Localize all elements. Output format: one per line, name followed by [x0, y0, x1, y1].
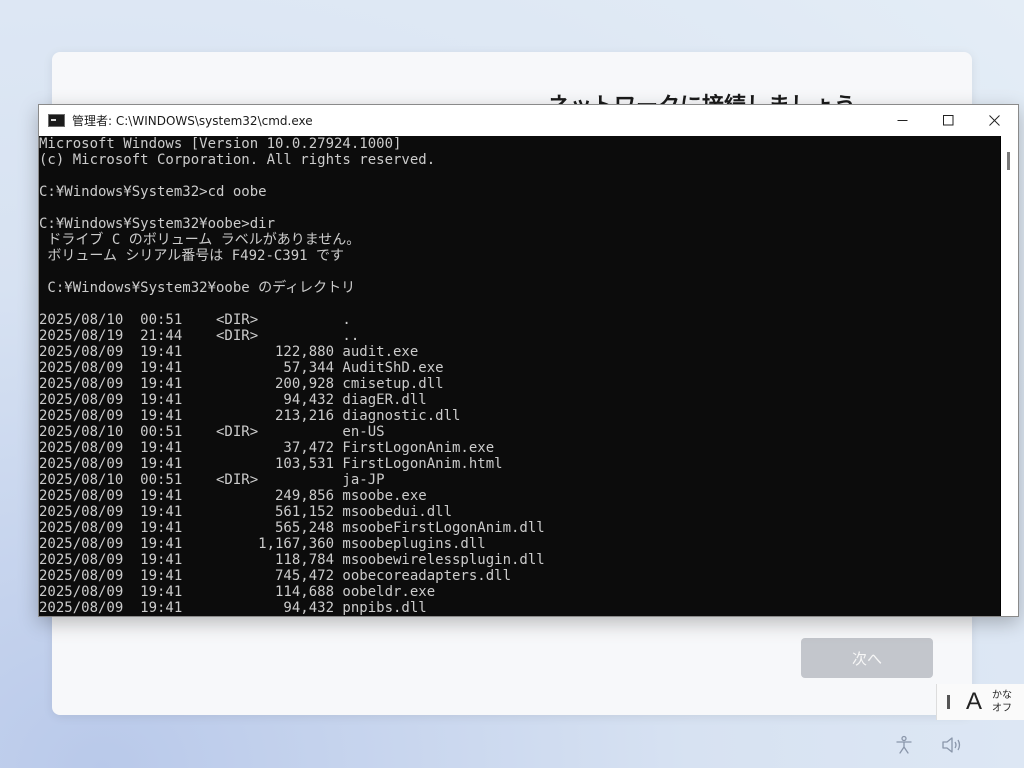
- terminal-line: Microsoft Windows [Version 10.0.27924.10…: [39, 136, 402, 152]
- terminal-line: ドライブ C のボリューム ラベルがありません。: [39, 232, 361, 248]
- close-button[interactable]: [971, 105, 1017, 136]
- ime-status: かな オフ: [992, 689, 1012, 715]
- accessibility-icon[interactable]: [893, 734, 915, 756]
- terminal-line: 2025/08/09 19:41 37,472 FirstLogonAnim.e…: [39, 440, 495, 456]
- terminal-line: 2025/08/09 19:41 745,472 oobecoreadapter…: [39, 568, 512, 584]
- next-button[interactable]: 次へ: [801, 638, 933, 678]
- scrollbar-thumb[interactable]: [1007, 152, 1010, 170]
- terminal-line: ボリューム シリアル番号は F492-C391 です: [39, 248, 345, 264]
- minimize-icon: [897, 120, 907, 121]
- ime-off-label: オフ: [992, 703, 1013, 714]
- terminal-line: 2025/08/09 19:41 213,216 diagnostic.dll: [39, 408, 461, 424]
- terminal-line: 2025/08/10 00:51 <DIR> ja-JP: [39, 472, 385, 488]
- terminal-line: 2025/08/09 19:41 1,167,360 msoobeplugins…: [39, 536, 486, 552]
- minimize-button[interactable]: [879, 105, 925, 136]
- terminal-line: 2025/08/09 19:41 103,531 FirstLogonAnim.…: [39, 456, 503, 472]
- maximize-button[interactable]: [925, 105, 971, 136]
- ime-grip: [947, 695, 950, 709]
- terminal-line: 2025/08/09 19:41 94,432 diagER.dll: [39, 392, 427, 408]
- volume-icon[interactable]: [941, 734, 963, 756]
- ime-indicator[interactable]: A かな オフ: [936, 684, 1024, 720]
- terminal-line: 2025/08/19 21:44 <DIR> ..: [39, 328, 360, 344]
- close-icon: [988, 115, 1000, 126]
- vertical-scrollbar[interactable]: [1001, 136, 1018, 616]
- maximize-icon: [942, 115, 953, 126]
- window-title: 管理者: C:\WINDOWS\system32\cmd.exe: [72, 114, 313, 128]
- ime-kana-label: かな: [992, 690, 1013, 701]
- terminal-line: 2025/08/09 19:41 118,784 msoobewirelessp…: [39, 552, 545, 568]
- cmd-titlebar[interactable]: 管理者: C:\WINDOWS\system32\cmd.exe: [39, 105, 1018, 136]
- terminal-line: C:¥Windows¥System32¥oobe のディレクトリ: [39, 280, 356, 296]
- terminal-line: C:¥Windows¥System32>cd oobe: [39, 184, 267, 200]
- terminal-line: 2025/08/09 19:41 200,928 cmisetup.dll: [39, 376, 444, 392]
- terminal-line: 2025/08/09 19:41 561,152 msoobedui.dll: [39, 504, 453, 520]
- terminal-line: 2025/08/09 19:41 94,432 pnpibs.dll: [39, 600, 427, 616]
- ime-mode-label: A: [966, 688, 983, 715]
- cmd-app-icon: [48, 114, 65, 127]
- terminal-line: 2025/08/10 00:51 <DIR> .: [39, 312, 351, 328]
- terminal-line: 2025/08/09 19:41 57,344 AuditShD.exe: [39, 360, 444, 376]
- terminal-line: (c) Microsoft Corporation. All rights re…: [39, 152, 436, 168]
- terminal-line: 2025/08/09 19:41 565,248 msoobeFirstLogo…: [39, 520, 545, 536]
- terminal-output[interactable]: Microsoft Windows [Version 10.0.27924.10…: [39, 136, 1000, 616]
- terminal-line: 2025/08/09 19:41 122,880 audit.exe: [39, 344, 419, 360]
- terminal-line: 2025/08/09 19:41 114,688 oobeldr.exe: [39, 584, 436, 600]
- terminal-line: C:¥Windows¥System32¥oobe>dir: [39, 216, 276, 232]
- terminal-line: 2025/08/09 19:41 249,856 msoobe.exe: [39, 488, 427, 504]
- terminal-line: 2025/08/10 00:51 <DIR> en-US: [39, 424, 385, 440]
- cmd-window[interactable]: 管理者: C:\WINDOWS\system32\cmd.exe Microso…: [38, 104, 1019, 617]
